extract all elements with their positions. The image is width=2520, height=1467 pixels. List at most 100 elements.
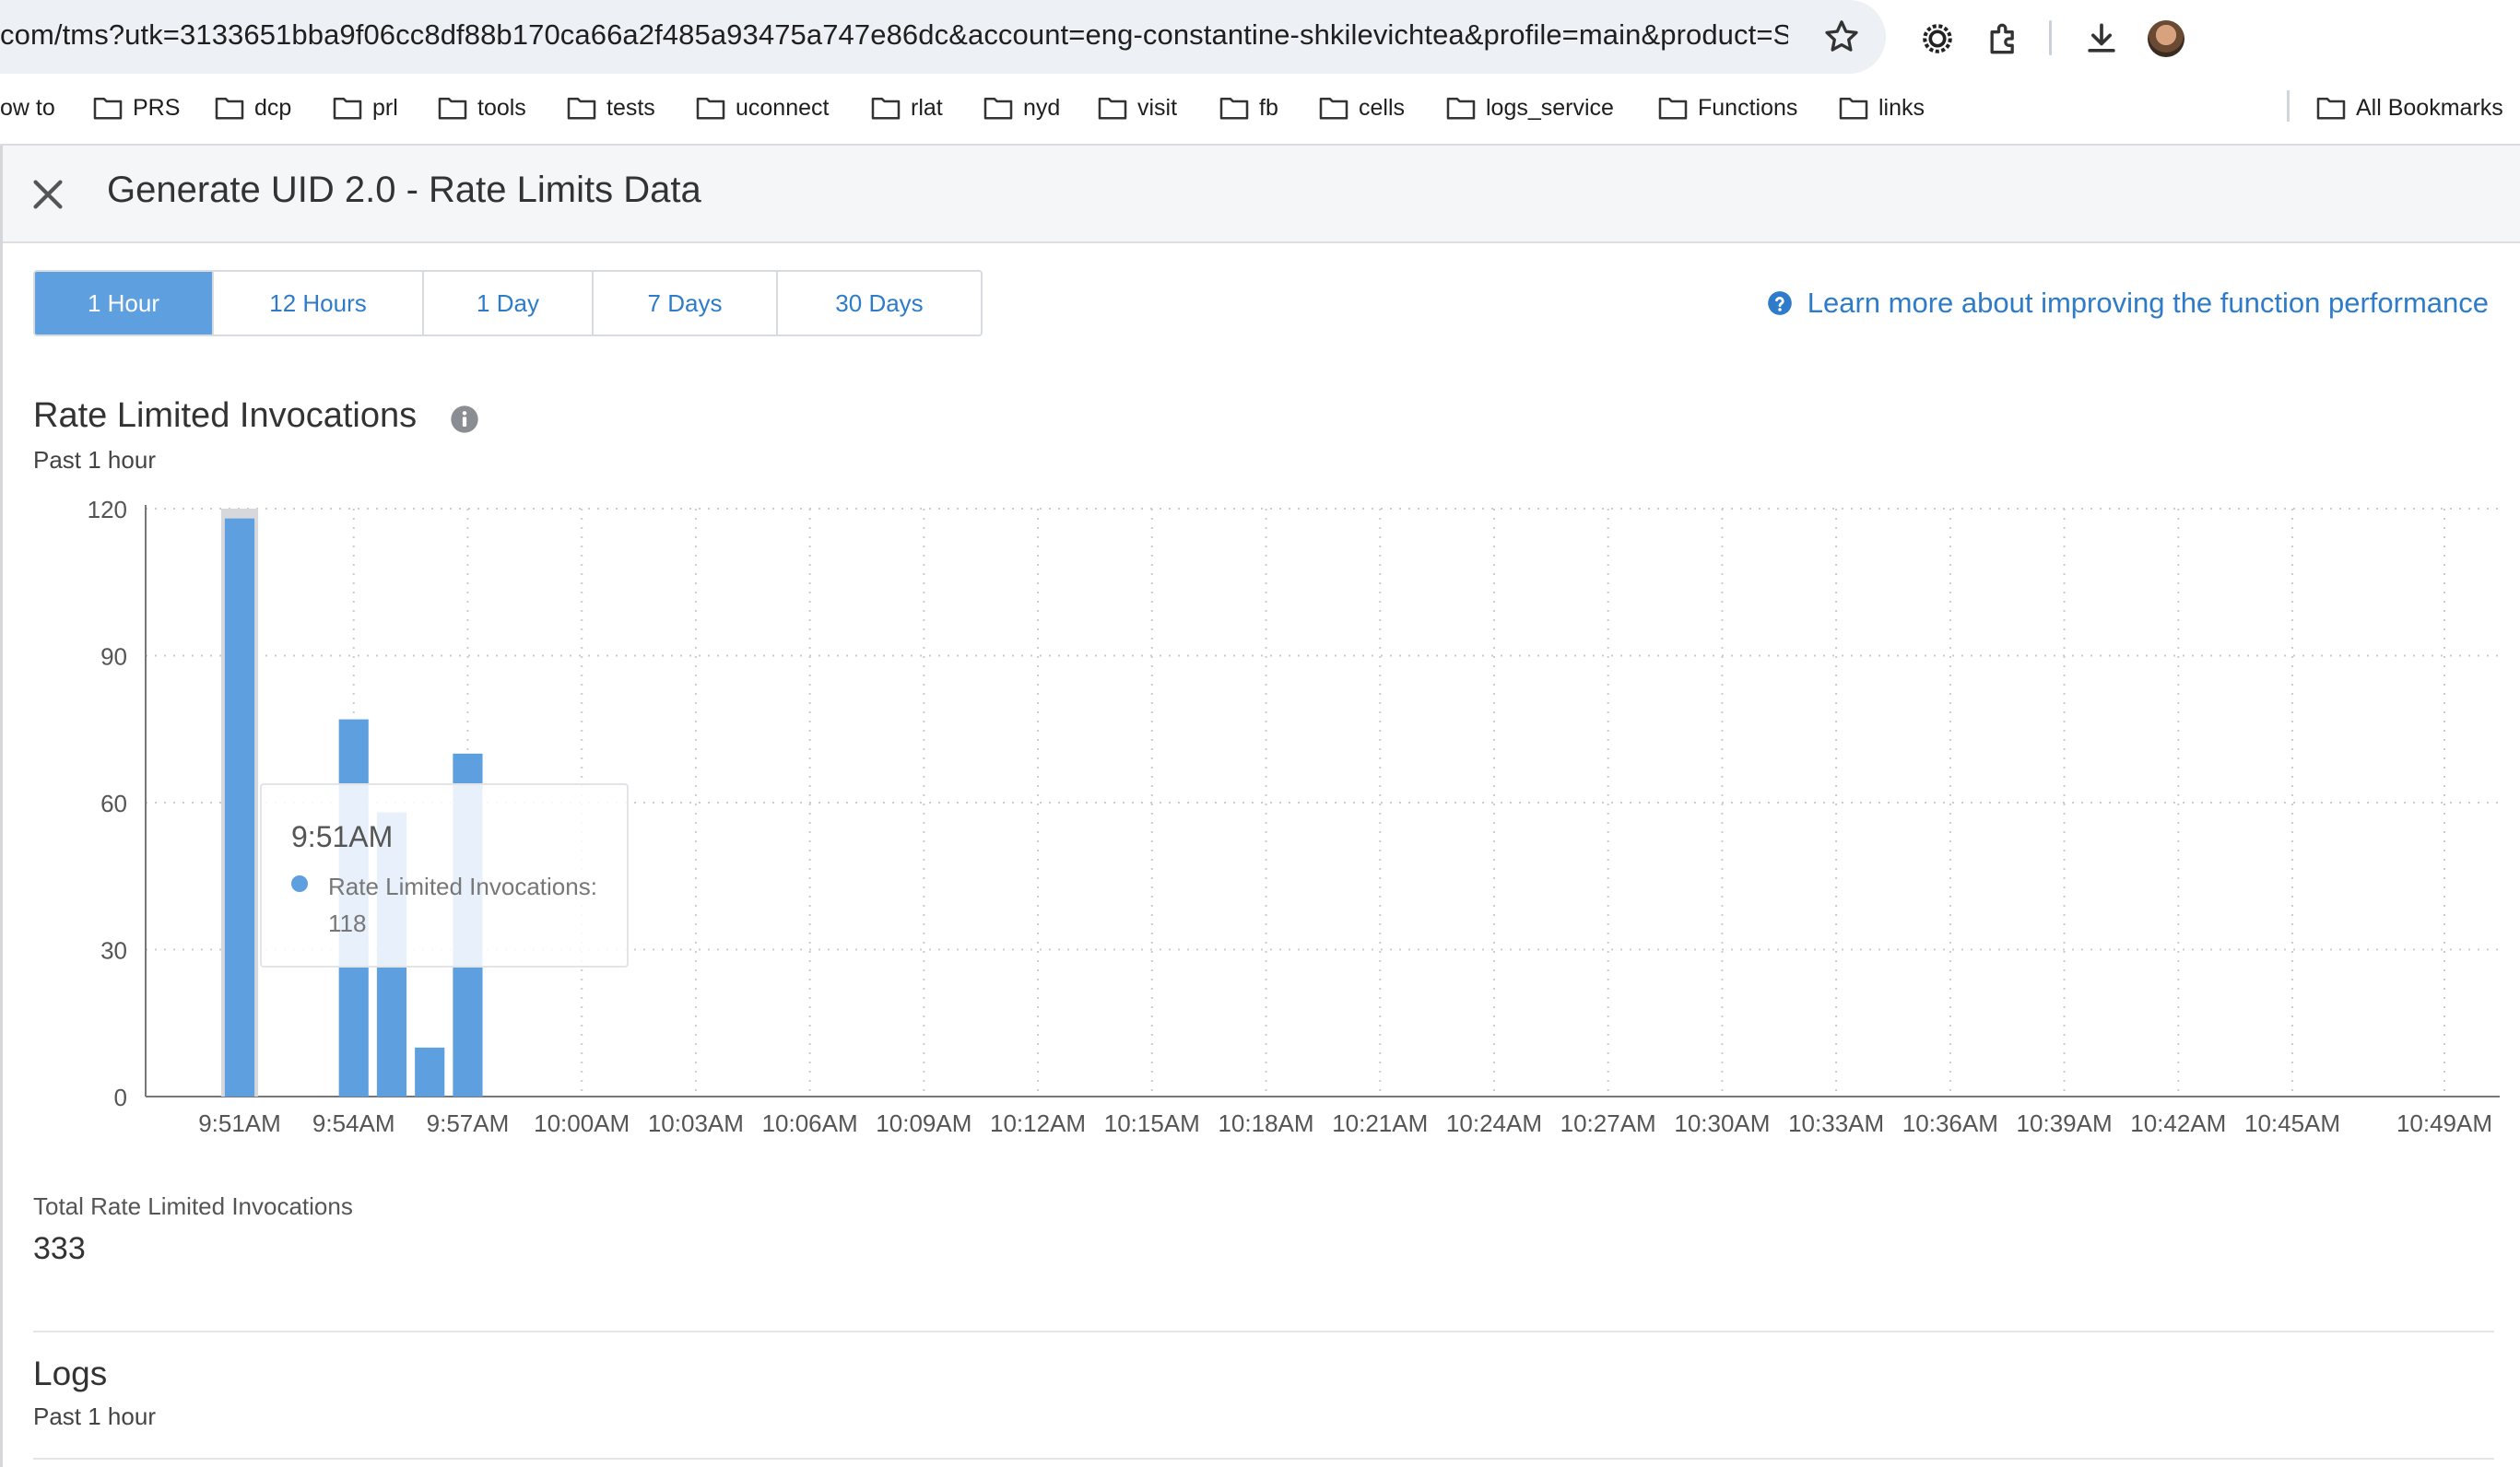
download-icon[interactable] — [2081, 18, 2122, 59]
bookmark-folder[interactable]: tools — [437, 92, 526, 123]
x-tick-label: 10:00AM — [534, 1109, 630, 1137]
help-icon — [1767, 291, 1792, 315]
y-tick-label: 0 — [114, 1084, 127, 1111]
x-tick-label: 10:21AM — [1332, 1109, 1428, 1137]
folder-icon — [871, 97, 901, 120]
all-bookmarks-label: All Bookmarks — [2356, 94, 2503, 121]
folder-icon — [2316, 97, 2346, 120]
address-bar[interactable]: com/tms?utk=3133651bba9f06cc8df88b170ca6… — [0, 0, 1886, 74]
y-tick-label: 30 — [100, 937, 127, 965]
y-tick-label: 60 — [100, 790, 127, 817]
folder-icon — [1219, 97, 1249, 120]
bookmark-label: uconnect — [736, 94, 830, 121]
bookmark-folder[interactable]: rlat — [870, 92, 943, 123]
bookmark-label: Functions — [1698, 94, 1798, 121]
folder-icon — [438, 97, 467, 120]
bookmark-folder[interactable]: links — [1838, 92, 1925, 123]
x-tick-label: 10:06AM — [762, 1109, 858, 1137]
learn-more-label: Learn more about improving the function … — [1807, 287, 2489, 319]
x-tick-label: 10:49AM — [2396, 1109, 2492, 1137]
info-icon[interactable] — [450, 405, 479, 434]
folder-icon — [983, 97, 1013, 120]
learn-more-link[interactable]: Learn more about improving the function … — [1767, 287, 2489, 320]
tab-30-days[interactable]: 30 Days — [778, 272, 981, 334]
total-value: 333 — [33, 1231, 86, 1266]
bookmarks-bar: ow to PRS dcp prl tools tests uconnect r… — [0, 81, 2520, 133]
url-text[interactable]: com/tms?utk=3133651bba9f06cc8df88b170ca6… — [0, 18, 1788, 52]
page-title: Generate UID 2.0 - Rate Limits Data — [107, 170, 701, 210]
all-bookmarks-button[interactable]: All Bookmarks — [2315, 92, 2503, 123]
bookmark-label: visit — [1137, 94, 1178, 121]
tab-12-hours[interactable]: 12 Hours — [214, 272, 424, 334]
bookmark-folder[interactable]: cells — [1318, 92, 1405, 123]
x-tick-label: 10:18AM — [1218, 1109, 1313, 1137]
folder-icon — [1098, 97, 1127, 120]
bookmark-label: cells — [1359, 94, 1406, 121]
bookmark-label: tests — [606, 94, 655, 121]
logs-divider — [33, 1458, 2494, 1460]
chart-bar — [415, 1047, 445, 1097]
x-tick-label: 10:15AM — [1104, 1109, 1200, 1137]
tab-7-days[interactable]: 7 Days — [594, 272, 778, 334]
bookmark-folder[interactable]: nyd — [983, 92, 1060, 123]
chart-tooltip: 9:51AM Rate Limited Invocations: 118 — [260, 783, 629, 968]
bookmark-label: logs_service — [1486, 94, 1614, 121]
bookmark-label: nyd — [1023, 94, 1061, 121]
logs-title: Logs — [33, 1355, 108, 1392]
bookmark-label: rlat — [911, 94, 943, 121]
chart-bar — [224, 518, 255, 1097]
bookmark-folder[interactable]: fb — [1219, 92, 1278, 123]
bookmark-star-icon[interactable] — [1821, 17, 1862, 57]
folder-icon — [1658, 97, 1688, 120]
x-tick-label: 10:42AM — [2130, 1109, 2226, 1137]
extension-gear-icon[interactable] — [1917, 18, 1958, 59]
x-tick-label: 10:36AM — [1902, 1109, 1998, 1137]
bookmark-folder[interactable]: PRS — [92, 92, 180, 123]
x-tick-label: 9:57AM — [427, 1109, 510, 1137]
bookmarks-separator — [2287, 90, 2290, 122]
extensions-puzzle-icon[interactable] — [1984, 18, 2024, 59]
x-tick-label: 10:27AM — [1560, 1109, 1656, 1137]
bookmark-folder[interactable]: dcp — [214, 92, 291, 123]
total-label: Total Rate Limited Invocations — [33, 1192, 353, 1220]
panel-header: Generate UID 2.0 - Rate Limits Data — [3, 146, 2520, 243]
x-tick-label: 10:39AM — [2017, 1109, 2113, 1137]
x-tick-label: 10:12AM — [990, 1109, 1086, 1137]
y-tick-label: 90 — [100, 643, 127, 671]
x-tick-label: 10:45AM — [2244, 1109, 2340, 1137]
chart-title: Rate Limited Invocations — [33, 396, 418, 435]
bookmark-folder[interactable]: tests — [566, 92, 655, 123]
tooltip-time: 9:51AM — [291, 820, 394, 853]
folder-icon — [567, 97, 596, 120]
bookmark-label: ow to — [0, 94, 55, 121]
bookmark-label: fb — [1259, 94, 1278, 121]
bookmark-folder[interactable]: prl — [332, 92, 398, 123]
x-tick-label: 10:30AM — [1674, 1109, 1770, 1137]
section-divider — [33, 1331, 2494, 1332]
tab-1-day[interactable]: 1 Day — [424, 272, 594, 334]
tooltip-series-dot — [291, 875, 308, 892]
tab-1-hour[interactable]: 1 Hour — [35, 272, 214, 334]
time-range-tabs: 1 Hour 12 Hours 1 Day 7 Days 30 Days — [33, 270, 983, 336]
bookmark-folder[interactable]: logs_service — [1445, 92, 1614, 123]
logs-subtitle: Past 1 hour — [33, 1402, 156, 1430]
tooltip-value: Rate Limited Invocations: 118 — [328, 873, 597, 937]
bookmark-label: PRS — [133, 94, 181, 121]
close-icon[interactable] — [27, 173, 69, 216]
bookmark-item[interactable]: ow to — [0, 92, 55, 123]
x-tick-label: 9:54AM — [312, 1109, 395, 1137]
x-tick-label: 10:33AM — [1788, 1109, 1884, 1137]
folder-icon — [1446, 97, 1476, 120]
folder-icon — [696, 97, 725, 120]
profile-avatar[interactable] — [2148, 20, 2184, 57]
bookmark-folder[interactable]: uconnect — [695, 92, 829, 123]
x-tick-label: 10:03AM — [648, 1109, 744, 1137]
bookmark-folder[interactable]: Functions — [1657, 92, 1797, 123]
folder-icon — [93, 97, 123, 120]
folder-icon — [1839, 97, 1868, 120]
y-tick-label: 120 — [88, 496, 127, 523]
folder-icon — [1319, 97, 1348, 120]
folder-icon — [333, 97, 362, 120]
bookmark-folder[interactable]: visit — [1097, 92, 1177, 123]
bookmark-label: prl — [372, 94, 398, 121]
